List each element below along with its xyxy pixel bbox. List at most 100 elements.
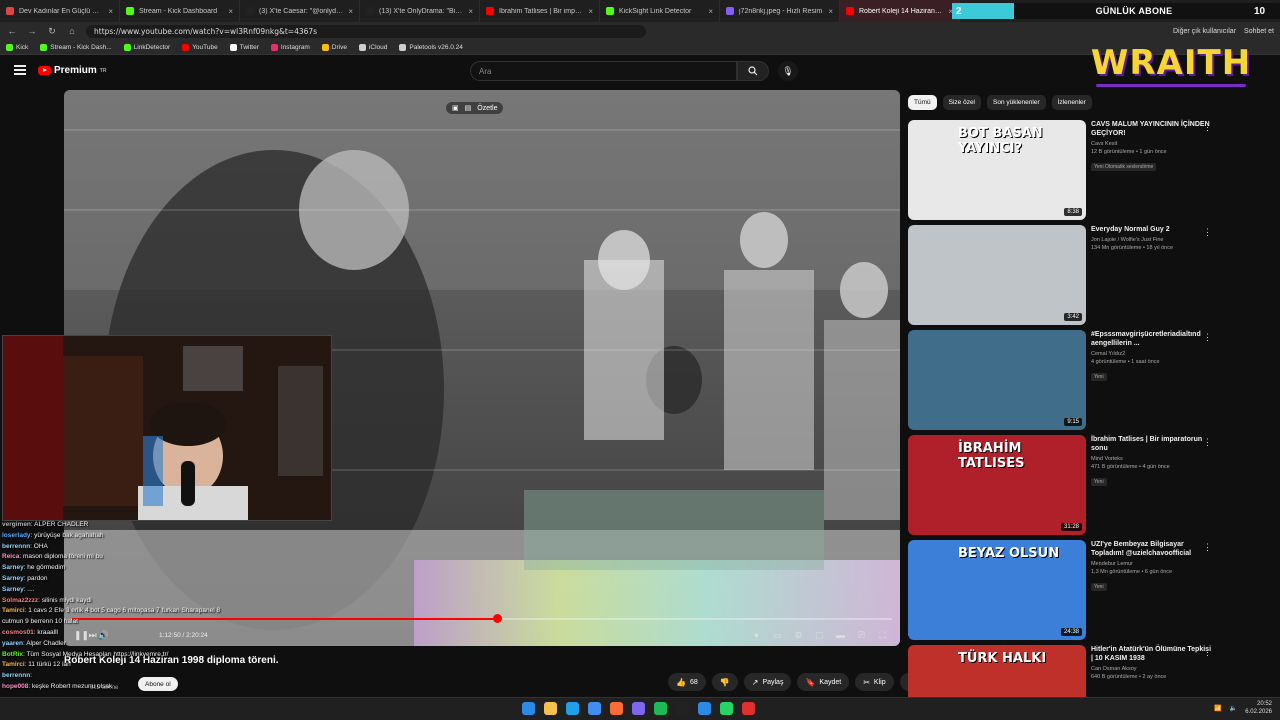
browser-tab[interactable]: Robert Koleji 14 Haziran 1998 dipl...×	[840, 0, 960, 22]
browser-tab[interactable]: (3) X'te Caesar: "@onlydramaX Ta... ×	[240, 0, 360, 22]
back-icon[interactable]: ←	[6, 26, 18, 36]
summarize-button[interactable]: Özetle	[477, 105, 497, 112]
url-field[interactable]: https://www.youtube.com/watch?v=wl3Rnf09…	[86, 24, 646, 38]
recommendation-thumbnail[interactable]: BEYAZ OLSUN 24:38	[908, 540, 1086, 640]
chat-username[interactable]: BotRix	[2, 651, 23, 658]
fullscreen-icon[interactable]: ⛶	[877, 630, 888, 641]
progress-knob[interactable]	[492, 614, 502, 623]
recommendation-item[interactable]: BOT BASAN YAYINCI? 8:38 CAVS MALUM YAYINCI…	[908, 120, 1268, 220]
recommendation-title[interactable]: Hitler'in Atatürk'ün Ölümüne Tepkisi | 1…	[1091, 645, 1211, 663]
bookmark-item[interactable]: LinkDetector	[123, 43, 170, 51]
profile-label[interactable]: Diğer çık kullanıcılar	[1173, 28, 1236, 35]
recommendation-channel[interactable]: Mind Vorteks	[1091, 456, 1211, 462]
browser-tab[interactable]: İbrahim Tatlises | Bir imparatorun... ×	[480, 0, 600, 22]
chat-username[interactable]: Solmaz2zzz	[2, 597, 38, 604]
recommendation-title[interactable]: Everyday Normal Guy 2	[1091, 225, 1211, 234]
recommendation-item[interactable]: 3:42 Everyday Normal Guy 2 Jon Lajoie / Wo…	[908, 225, 1268, 325]
share-button[interactable]: ↗ Paylaş	[743, 673, 792, 691]
recommendation-channel[interactable]: Cavs Kesit	[1091, 141, 1211, 147]
recommendation-channel[interactable]: Mendebur Lemur	[1091, 561, 1211, 567]
clip-button[interactable]: ✂ Klip	[855, 673, 894, 691]
recommendation-channel[interactable]: Cemal Yıldız2	[1091, 351, 1211, 357]
youtube-logo[interactable]: Premium TR	[38, 65, 106, 76]
taskbar-app-icon[interactable]	[632, 702, 645, 715]
theater-icon[interactable]: ▬	[835, 630, 846, 641]
chat-username[interactable]: berrennn	[2, 672, 30, 679]
like-button[interactable]: 👍 68	[668, 673, 706, 691]
taskbar-app-icon[interactable]	[720, 702, 733, 715]
filter-chip[interactable]: Tümü	[908, 95, 937, 110]
filter-chip[interactable]: Son yüklenenler	[987, 95, 1046, 110]
chat-username[interactable]: hope008	[2, 683, 28, 690]
recommendation-item[interactable]: İBRAHİM TATLISES 31:28 İbrahim Tatlises | …	[908, 435, 1268, 535]
picture-in-picture-icon[interactable]: ▣	[452, 104, 459, 112]
taskbar-app-icon[interactable]	[742, 702, 755, 715]
clock[interactable]: 20:52 6.02.2026	[1245, 700, 1272, 716]
taskbar-app-icon[interactable]	[544, 702, 557, 715]
chat-username[interactable]: Reica	[2, 553, 19, 560]
recommendation-item[interactable]: BEYAZ OLSUN 24:38 UZI'ye Bembeyaz Bilgisay…	[908, 540, 1268, 640]
chat-username[interactable]: loserlady	[2, 532, 31, 539]
browser-tab[interactable]: Stream - Kick Dashboard ×	[120, 0, 240, 22]
tab-close-icon[interactable]: ×	[708, 7, 713, 16]
tab-close-icon[interactable]: ×	[108, 7, 113, 16]
recommendation-thumbnail[interactable]: BOT BASAN YAYINCI? 8:38	[908, 120, 1086, 220]
chat-username[interactable]: berrennn	[2, 543, 30, 550]
more-options-icon[interactable]: ⋮	[1203, 227, 1212, 238]
chat-username[interactable]: cosmos01	[2, 629, 34, 636]
bookmark-item[interactable]: Twitter	[229, 43, 259, 51]
chat-username[interactable]: vergimen	[2, 521, 31, 528]
bookmark-item[interactable]: iCloud	[358, 43, 387, 51]
more-options-icon[interactable]: ⋮	[1203, 437, 1212, 448]
filter-chip[interactable]: İzlenenler	[1051, 95, 1092, 110]
autoplay-toggle-icon[interactable]: ●	[751, 630, 762, 641]
tab-close-icon[interactable]: ×	[228, 7, 233, 16]
bookmark-item[interactable]: Kick	[6, 43, 28, 51]
chat-username[interactable]: Sarney	[2, 564, 24, 571]
tab-close-icon[interactable]: ×	[828, 7, 833, 16]
speaker-icon[interactable]: 🔈	[1230, 705, 1237, 712]
filter-chip[interactable]: Size özel	[942, 95, 981, 110]
taskbar-app-icon[interactable]	[522, 702, 535, 715]
save-button[interactable]: 🔖 Kaydet	[797, 673, 850, 691]
browser-tab[interactable]: (13) X'te OnlyDrama: "BishopIRL F... ×	[360, 0, 480, 22]
more-options-icon[interactable]: ⋮	[1203, 542, 1212, 553]
bookmark-item[interactable]: Drive	[321, 43, 347, 51]
mic-icon[interactable]: 🎙	[778, 61, 798, 81]
recommendation-channel[interactable]: Jon Lajoie / Wolfie's Just Fine	[1091, 237, 1211, 243]
search-button[interactable]	[737, 61, 769, 81]
chat-button[interactable]: Sohbet et	[1244, 28, 1274, 35]
recommendation-thumbnail[interactable]: 9:15	[908, 330, 1086, 430]
cast-icon[interactable]: ⎚	[856, 630, 867, 641]
reload-icon[interactable]: ↻	[46, 26, 58, 37]
miniplayer-icon[interactable]: ▢	[814, 630, 825, 641]
search-input[interactable]: Ara	[470, 61, 737, 81]
recommendation-item[interactable]: 9:15 #Epsssmavgirişücretleriadialtınd aen…	[908, 330, 1268, 430]
chat-username[interactable]: yaaren	[2, 640, 23, 647]
more-options-icon[interactable]: ⋮	[1203, 332, 1212, 343]
taskbar-app-icon[interactable]	[698, 702, 711, 715]
forward-icon[interactable]: →	[26, 26, 38, 36]
more-options-icon[interactable]: ⋮	[1203, 122, 1212, 133]
tab-close-icon[interactable]: ×	[468, 7, 473, 16]
recommendation-title[interactable]: CAVS MALUM YAYINCININ İÇİNDEN GEÇİYOR!	[1091, 120, 1211, 138]
chat-username[interactable]: Tamirci	[2, 607, 25, 614]
share-screen-icon[interactable]: ▤	[465, 104, 472, 112]
recommendation-title[interactable]: UZI'ye Bembeyaz Bilgisayar Topladım! @uz…	[1091, 540, 1211, 558]
recommendation-title[interactable]: İbrahim Tatlises | Bir imparatorun sonu	[1091, 435, 1211, 453]
bookmark-item[interactable]: Instagram	[270, 43, 310, 51]
taskbar-app-icon[interactable]	[610, 702, 623, 715]
bookmark-item[interactable]: Paletools v26.0.24	[399, 43, 463, 51]
chat-username[interactable]: Sarney	[2, 575, 24, 582]
browser-tab[interactable]: KickSight Link Detector ×	[600, 0, 720, 22]
taskbar-app-icon[interactable]	[654, 702, 667, 715]
browser-tab[interactable]: Dev Kadınlar En Güçlü Cücelere K... ×	[0, 0, 120, 22]
taskbar-app-icon[interactable]	[566, 702, 579, 715]
dislike-button[interactable]: 👎	[711, 673, 738, 691]
taskbar-app-icon[interactable]	[676, 702, 689, 715]
menu-icon[interactable]	[14, 65, 26, 75]
subtitles-icon[interactable]: ▭	[772, 630, 783, 641]
more-options-icon[interactable]: ⋮	[1203, 647, 1212, 658]
recommendation-channel[interactable]: Can Osman Aksoy	[1091, 666, 1211, 672]
tab-close-icon[interactable]: ×	[588, 7, 593, 16]
